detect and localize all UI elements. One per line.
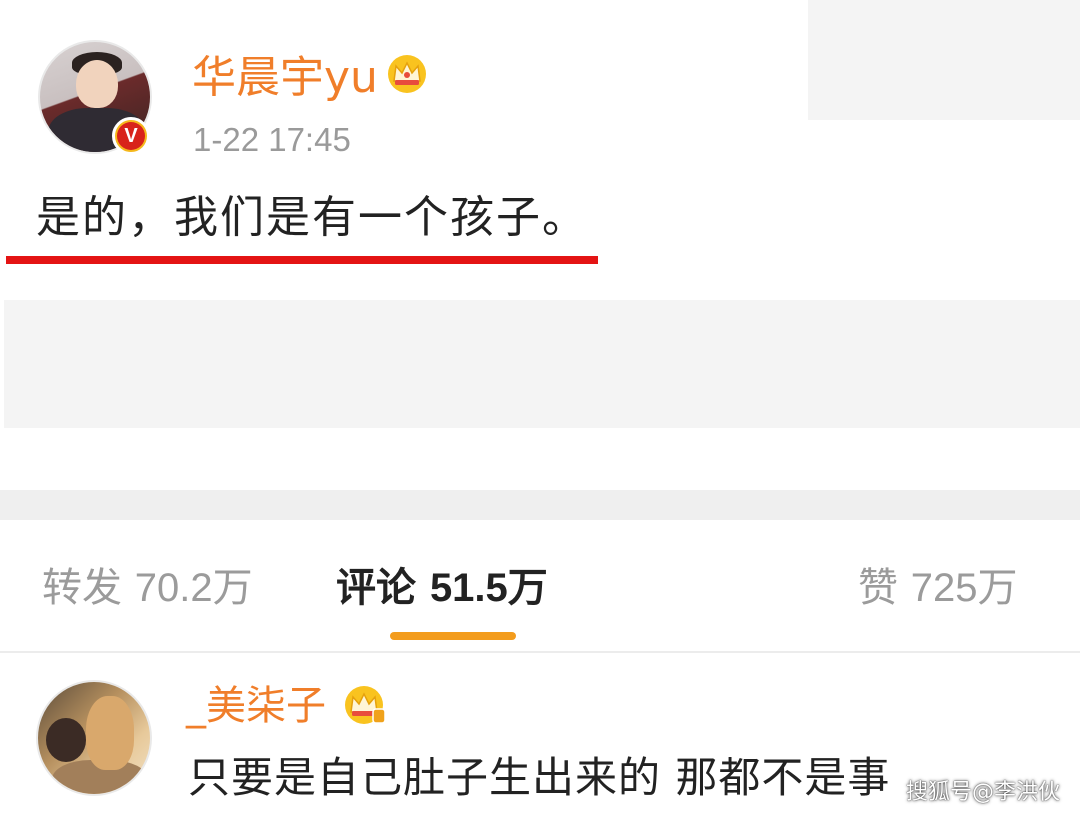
tab-repost-count: 70.2万 — [134, 566, 253, 610]
active-tab-indicator — [390, 632, 516, 640]
commenter-username[interactable]: _美柒子 — [186, 678, 326, 734]
crown-icon — [388, 55, 426, 93]
highlight-underline — [6, 256, 598, 264]
post-text: 是的，我们是有一个孩子。 — [36, 192, 588, 243]
tab-comment[interactable]: 评论 51.5万 — [336, 560, 548, 616]
divider — [0, 651, 1080, 653]
commenter-avatar[interactable] — [36, 680, 152, 796]
tab-comment-label: 评论 — [336, 565, 416, 611]
comment-text: 只要是自己肚子生出来的 那都不是事 — [188, 753, 891, 802]
watermark: 搜狐号@李洪伙 — [906, 780, 1061, 805]
crown-icon — [345, 686, 386, 724]
tab-repost-label: 转发 — [42, 565, 122, 611]
tab-like[interactable]: 赞 725万 — [858, 560, 1017, 616]
placeholder-box-top — [808, 0, 1080, 120]
verified-badge-icon: V — [112, 117, 150, 155]
post-stats-tabs: 转发 70.2万 评论 51.5万 赞 725万 — [0, 560, 1080, 620]
tab-comment-count: 51.5万 — [429, 566, 548, 610]
section-divider — [0, 490, 1080, 520]
tab-like-count: 725万 — [910, 566, 1018, 610]
post-timestamp: 1-22 17:45 — [193, 121, 351, 158]
tab-repost[interactable]: 转发 70.2万 — [42, 560, 253, 616]
post-username[interactable]: 华晨宇yu — [192, 50, 378, 106]
placeholder-box-middle — [4, 300, 1080, 428]
tab-like-label: 赞 — [858, 565, 898, 611]
